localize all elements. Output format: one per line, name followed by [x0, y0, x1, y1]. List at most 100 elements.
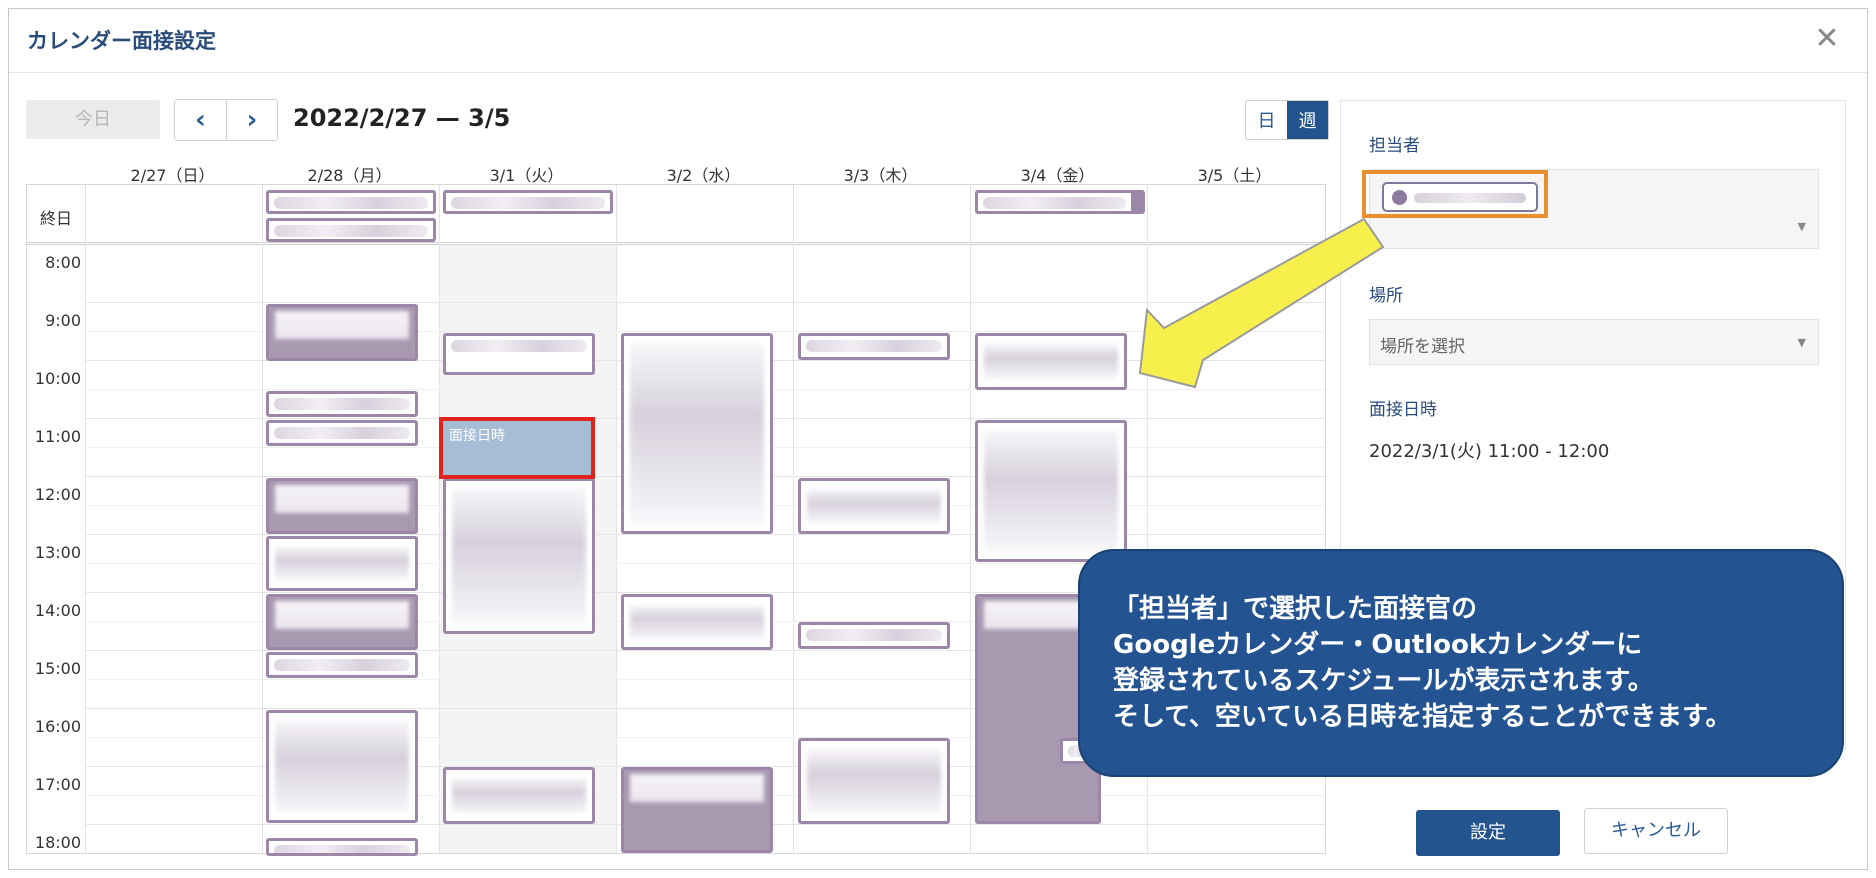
calendar-event[interactable]	[266, 478, 418, 534]
view-toggle: 日 週	[1245, 100, 1329, 140]
calendar-event[interactable]	[266, 594, 418, 650]
assignee-highlight	[1362, 170, 1548, 218]
time-label: 12:00	[34, 485, 81, 504]
redacted-text	[275, 485, 409, 513]
assignee-label: 担当者	[1369, 136, 1420, 156]
redacted-text	[274, 225, 428, 237]
allday-event[interactable]	[266, 190, 436, 214]
day-header-sun: 2/27（日）	[130, 166, 215, 185]
chevron-left-icon: ‹	[195, 105, 206, 135]
view-day-button[interactable]: 日	[1246, 101, 1287, 139]
calendar-event[interactable]	[266, 304, 418, 361]
time-label: 18:00	[34, 833, 81, 852]
hour-line	[85, 302, 1325, 303]
redacted-text	[984, 431, 1118, 551]
redacted-text	[806, 629, 942, 641]
redacted-text	[451, 340, 587, 352]
calendar-event[interactable]	[621, 594, 773, 650]
chevron-down-icon: ▼	[1797, 336, 1806, 349]
day-header-sat: 3/5（土）	[1197, 166, 1272, 185]
redacted-text	[630, 605, 764, 639]
calendar-event[interactable]	[798, 333, 950, 360]
redacted-text	[275, 311, 409, 339]
column-divider	[262, 185, 263, 853]
annotation-callout: 「担当者」で選択した面接官の Googleカレンダー・Outlookカレンダーに…	[1078, 549, 1844, 777]
redacted-text	[451, 197, 605, 209]
dialog-title: カレンダー面接設定	[27, 29, 216, 53]
time-label: 9:00	[45, 311, 81, 330]
calendar-event[interactable]	[443, 767, 595, 824]
calendar-event[interactable]	[266, 420, 418, 446]
calendar-event[interactable]	[798, 478, 950, 534]
page: カレンダー面接設定 ✕ 今日 ‹ › 2022/2/27 — 3/5 日 週 2…	[0, 0, 1876, 878]
callout-line: そして、空いている日時を指定することができます。	[1113, 702, 1732, 732]
today-button[interactable]: 今日	[26, 100, 160, 139]
redacted-text	[274, 197, 428, 209]
time-label: 14:00	[34, 601, 81, 620]
calendar-event[interactable]	[975, 333, 1127, 390]
time-label: 11:00	[34, 427, 81, 446]
redacted-text	[452, 489, 586, 623]
calendar-event[interactable]	[621, 333, 773, 534]
week-nav: ‹ ›	[174, 99, 278, 141]
redacted-text	[274, 845, 410, 853]
cancel-button[interactable]: キャンセル	[1584, 808, 1728, 854]
day-header-mon: 2/28（月）	[307, 166, 392, 185]
calendar-event[interactable]	[266, 710, 418, 823]
time-label: 8:00	[45, 253, 81, 272]
calendar-event[interactable]	[266, 652, 418, 678]
hour-line	[85, 534, 1325, 535]
callout-line: 登録されているスケジュールが表示されます。	[1113, 666, 1654, 696]
redacted-text	[274, 427, 410, 439]
redacted-text	[806, 340, 942, 352]
redacted-text	[275, 721, 409, 812]
time-label: 10:00	[34, 369, 81, 388]
calendar-event[interactable]	[621, 767, 773, 853]
redacted-text	[984, 601, 1092, 629]
column-divider	[439, 185, 440, 853]
redacted-text	[984, 344, 1118, 379]
redacted-text	[630, 344, 764, 523]
next-week-button[interactable]: ›	[225, 100, 277, 140]
allday-label: 終日	[39, 209, 72, 228]
allday-event[interactable]	[266, 218, 436, 242]
selected-interview-label: 面接日時	[449, 428, 505, 444]
redacted-text	[630, 774, 764, 802]
redacted-text	[983, 197, 1126, 209]
day-header-fri: 3/4（金）	[1020, 166, 1095, 185]
calendar-event[interactable]	[266, 838, 418, 856]
column-divider	[616, 185, 617, 853]
day-header-wed: 3/2（水）	[666, 166, 741, 185]
location-select[interactable]: 場所を選択 ▼	[1369, 319, 1819, 365]
selected-interview-slot[interactable]: 面接日時	[439, 417, 595, 479]
calendar-event[interactable]	[798, 738, 950, 824]
datetime-label: 面接日時	[1369, 400, 1437, 420]
day-header-thu: 3/3（木）	[843, 166, 918, 185]
view-week-button[interactable]: 週	[1287, 101, 1328, 139]
chevron-down-icon: ▼	[1797, 220, 1806, 233]
redacted-text	[807, 489, 941, 523]
redacted-text	[274, 659, 410, 671]
day-header-tue: 3/1（火）	[489, 166, 564, 185]
calendar-event[interactable]	[266, 391, 418, 417]
calendar-event[interactable]	[443, 333, 595, 375]
calendar-event[interactable]	[266, 536, 418, 591]
redacted-text	[452, 778, 586, 813]
calendar-event[interactable]	[443, 478, 595, 634]
callout-line: 「担当者」で選択した面接官の	[1113, 594, 1478, 624]
location-placeholder: 場所を選択	[1380, 337, 1465, 357]
redacted-text	[275, 601, 409, 629]
calendar-event[interactable]	[975, 420, 1127, 562]
dialog-header: カレンダー面接設定 ✕	[9, 9, 1867, 73]
close-icon[interactable]: ✕	[1811, 23, 1843, 55]
calendar-event[interactable]	[798, 622, 950, 649]
redacted-text	[807, 749, 941, 813]
chevron-right-icon: ›	[246, 105, 258, 135]
redacted-text	[274, 398, 410, 410]
redacted-text	[275, 547, 409, 580]
prev-week-button[interactable]: ‹	[175, 100, 226, 140]
column-divider	[85, 185, 86, 853]
allday-event[interactable]	[443, 190, 613, 214]
set-button[interactable]: 設定	[1416, 810, 1560, 856]
allday-event[interactable]	[975, 190, 1145, 214]
